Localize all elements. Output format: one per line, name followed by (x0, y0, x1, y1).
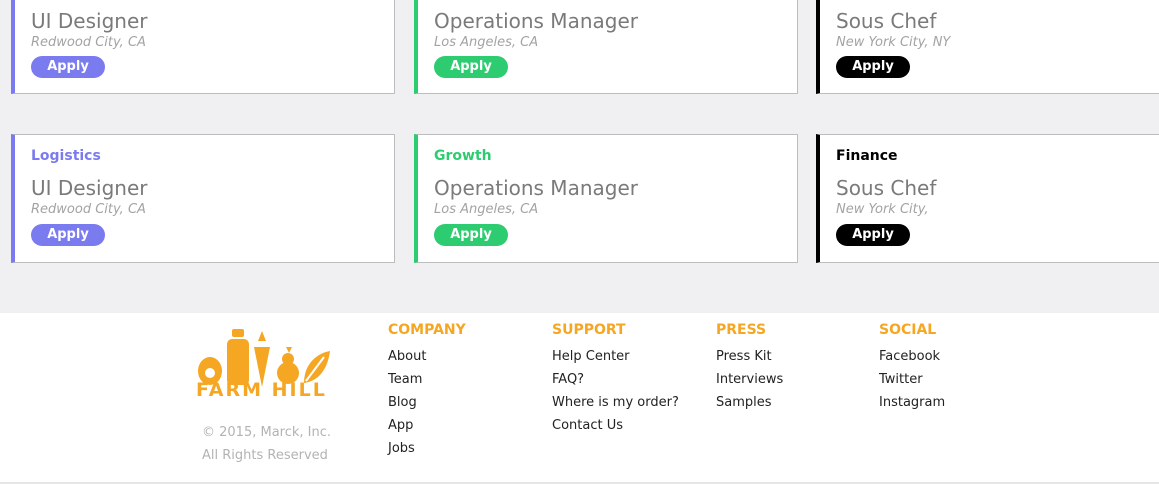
job-department: Growth (434, 148, 492, 164)
apply-button[interactable]: Apply (434, 56, 508, 78)
footer-link-jobs[interactable]: Jobs (388, 440, 466, 463)
apply-button[interactable]: Apply (434, 224, 508, 246)
job-department: Logistics (31, 148, 101, 164)
footer-column-press: PRESS Press Kit Interviews Samples (716, 322, 783, 417)
footer-link-help-center[interactable]: Help Center (552, 348, 679, 371)
site-footer: FARM HILL © 2015, Marck, Inc. All Rights… (0, 313, 1159, 484)
job-title: Sous Chef (836, 176, 937, 200)
job-card: Sous Chef New York City, NY Apply (816, 0, 1159, 94)
footer-heading: PRESS (716, 322, 767, 338)
job-title: UI Designer (31, 9, 148, 33)
footer-column-support: SUPPORT Help Center FAQ? Where is my ord… (552, 322, 679, 440)
footer-column-social: SOCIAL Facebook Twitter Instagram (879, 322, 945, 417)
footer-link-about[interactable]: About (388, 348, 466, 371)
footer-link-twitter[interactable]: Twitter (879, 371, 945, 394)
footer-link-app[interactable]: App (388, 417, 466, 440)
job-card: Growth Operations Manager Los Angeles, C… (414, 134, 798, 263)
footer-link-faq[interactable]: FAQ? (552, 371, 679, 394)
job-listings-grid: UI Designer Redwood City, CA Apply Opera… (0, 0, 1159, 313)
job-title: Sous Chef (836, 9, 937, 33)
job-card: UI Designer Redwood City, CA Apply (11, 0, 395, 94)
footer-link-blog[interactable]: Blog (388, 394, 466, 417)
footer-heading: SUPPORT (552, 322, 626, 338)
footer-column-company: COMPANY About Team Blog App Jobs (388, 322, 466, 463)
job-location: Redwood City, CA (31, 35, 146, 50)
job-location: New York City, NY (836, 35, 951, 50)
job-card: Operations Manager Los Angeles, CA Apply (414, 0, 798, 94)
job-title: Operations Manager (434, 9, 638, 33)
job-card: Finance Sous Chef New York City, Apply (816, 134, 1159, 263)
footer-link-facebook[interactable]: Facebook (879, 348, 945, 371)
footer-link-team[interactable]: Team (388, 371, 466, 394)
apply-button[interactable]: Apply (836, 56, 910, 78)
footer-heading: SOCIAL (879, 322, 937, 338)
footer-link-where-is-my-order[interactable]: Where is my order? (552, 394, 679, 417)
footer-link-samples[interactable]: Samples (716, 394, 783, 417)
footer-link-press-kit[interactable]: Press Kit (716, 348, 783, 371)
job-location: Los Angeles, CA (434, 35, 539, 50)
footer-link-interviews[interactable]: Interviews (716, 371, 783, 394)
job-card: Logistics UI Designer Redwood City, CA A… (11, 134, 395, 263)
footer-link-instagram[interactable]: Instagram (879, 394, 945, 417)
job-department: Finance (836, 148, 898, 164)
job-title: Operations Manager (434, 176, 638, 200)
rights-text: All Rights Reserved (202, 448, 328, 463)
apply-button[interactable]: Apply (836, 224, 910, 246)
footer-link-contact-us[interactable]: Contact Us (552, 417, 679, 440)
job-location: Redwood City, CA (31, 202, 146, 217)
job-location: Los Angeles, CA (434, 202, 539, 217)
brand-name: FARM HILL (196, 379, 327, 401)
footer-heading: COMPANY (388, 322, 466, 338)
copyright-text: © 2015, Marck, Inc. (202, 425, 332, 440)
job-title: UI Designer (31, 176, 148, 200)
apply-button[interactable]: Apply (31, 56, 105, 78)
job-location: New York City, (836, 202, 929, 217)
apply-button[interactable]: Apply (31, 224, 105, 246)
